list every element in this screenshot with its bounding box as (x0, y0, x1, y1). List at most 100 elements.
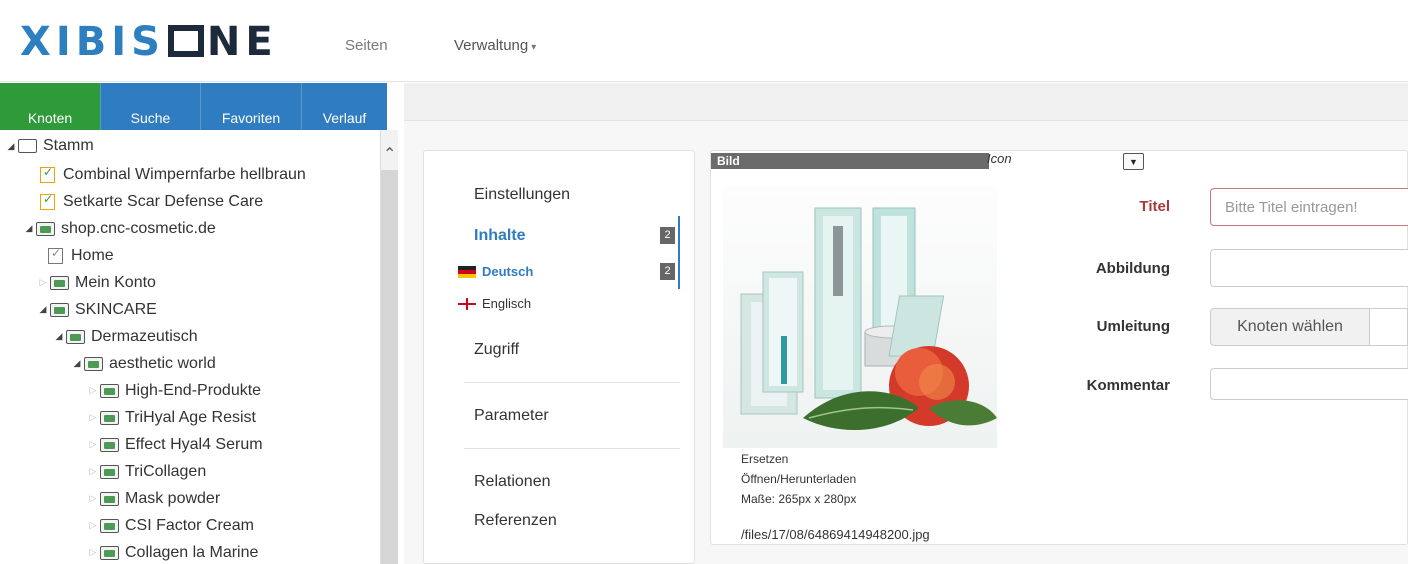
scroll-up-icon[interactable]: ⌃ (383, 144, 396, 164)
tree-node-mask-powder[interactable]: ▷ Mask powder (86, 485, 221, 512)
kommentar-label: Kommentar (1086, 377, 1170, 394)
tree-node-label: Home (71, 246, 114, 264)
tree-node-dermazeutisch[interactable]: ◢ Dermazeutisch (52, 323, 198, 350)
titel-input[interactable] (1210, 188, 1408, 226)
product-image[interactable] (723, 186, 997, 448)
expand-icon[interactable]: ▷ (86, 520, 100, 531)
folder-icon (100, 491, 119, 506)
tree-node-label: Mask powder (125, 489, 221, 507)
menu-inhalte[interactable]: Inhalte (474, 227, 526, 245)
tree-node-skincare[interactable]: ◢ SKINCARE (36, 296, 157, 323)
tree-node-csi-factor[interactable]: ▷ CSI Factor Cream (86, 512, 254, 539)
open-download-link[interactable]: Öffnen/Herunterladen (741, 472, 856, 486)
umleitung-field[interactable] (1370, 308, 1408, 346)
folder-icon (36, 221, 55, 236)
nav-seiten[interactable]: Seiten (345, 37, 388, 54)
menu-zugriff[interactable]: Zugriff (474, 341, 519, 359)
left-tab-bar: Knoten Suche Favoriten Verlauf (0, 83, 387, 130)
folder-icon (66, 329, 85, 344)
titel-label: Titel (1139, 198, 1170, 215)
node-tree: ◢ Stamm Combinal Wimpernfarbe hellbraun S… (0, 130, 380, 564)
nav-verwaltung[interactable]: Verwaltung ▾ (454, 37, 536, 54)
expand-icon[interactable]: ▷ (86, 412, 100, 423)
tree-node-combinal[interactable]: Combinal Wimpernfarbe hellbraun (40, 161, 306, 188)
nav-verwaltung-label: Verwaltung (454, 37, 529, 54)
tree-node-high-end[interactable]: ▷ High-End-Produkte (86, 377, 262, 404)
scrollbar-thumb[interactable] (381, 170, 398, 564)
tree-node-stamm[interactable]: ◢ Stamm (4, 135, 94, 157)
tree-node-label: Effect Hyal4 Serum (125, 435, 263, 453)
tree-node-effect-hyal4[interactable]: ▷ Effect Hyal4 Serum (86, 431, 263, 458)
tree-node-label: Dermazeutisch (91, 327, 198, 345)
expand-icon[interactable]: ▷ (86, 439, 100, 450)
expand-icon[interactable]: ▷ (86, 385, 100, 396)
image-dimensions: Maße: 265px x 280px (741, 492, 857, 506)
knoten-waehlen-button[interactable]: Knoten wählen (1210, 308, 1370, 346)
expand-icon[interactable]: ◢ (22, 223, 36, 234)
tab-knoten[interactable]: Knoten (0, 83, 101, 130)
page-icon (48, 246, 63, 264)
english-flag-icon (458, 297, 476, 310)
menu-referenzen[interactable]: Referenzen (474, 512, 557, 530)
bild-header: Bild (711, 153, 989, 169)
tree-node-label: High-End-Produkte (125, 381, 262, 399)
logo-box-glyph (167, 25, 204, 57)
expand-icon[interactable]: ◢ (70, 358, 84, 369)
logo-text-suffix: NE (206, 19, 278, 65)
tree-node-label: Setkarte Scar Defense Care (63, 192, 264, 210)
tree-node-shop[interactable]: ◢ shop.cnc-cosmetic.de (22, 215, 216, 242)
tree-node-label: TriCollagen (125, 462, 207, 480)
tab-verlauf[interactable]: Verlauf (302, 83, 387, 130)
tree-scrollbar[interactable]: ⌃ (380, 130, 398, 564)
menu-divider (464, 448, 680, 449)
menu-deutsch[interactable]: Deutsch (458, 264, 533, 279)
tree-node-label: shop.cnc-cosmetic.de (61, 219, 216, 237)
folder-icon (100, 545, 119, 560)
tab-suche[interactable]: Suche (101, 83, 201, 130)
expand-icon[interactable]: ▷ (86, 493, 100, 504)
icon-select-dropdown[interactable]: ▼ (1123, 153, 1144, 170)
folder-icon (84, 356, 103, 371)
expand-icon[interactable]: ▷ (36, 277, 50, 288)
tree-node-label: TriHyal Age Resist (125, 408, 256, 426)
page-icon (40, 165, 55, 183)
tree-node-home[interactable]: Home (48, 242, 114, 269)
replace-link[interactable]: Ersetzen (741, 452, 788, 466)
folder-icon (50, 275, 69, 290)
tree-node-tricollagen[interactable]: ▷ TriCollagen (86, 458, 207, 485)
tree-node-mein-konto[interactable]: ▷ Mein Konto (36, 269, 156, 296)
menu-einstellungen[interactable]: Einstellungen (474, 186, 570, 204)
folder-icon (100, 518, 119, 533)
kommentar-input[interactable] (1210, 368, 1408, 400)
folder-icon (18, 139, 37, 153)
icon-label: Icon (987, 151, 1012, 166)
expand-icon[interactable]: ◢ (36, 304, 50, 315)
tree-node-setkarte[interactable]: Setkarte Scar Defense Care (40, 188, 263, 215)
xibis-one-logo[interactable]: XIBIS NE (20, 22, 278, 62)
tree-node-label: Collagen la Marine (125, 543, 259, 561)
page-icon (40, 192, 55, 210)
expand-icon[interactable]: ▷ (86, 547, 100, 558)
menu-relationen[interactable]: Relationen (474, 473, 551, 491)
expand-icon[interactable]: ◢ (52, 331, 66, 342)
tree-node-aesthetic-world[interactable]: ◢ aesthetic world (70, 350, 216, 377)
tree-node-label: CSI Factor Cream (125, 516, 254, 534)
deutsch-count-badge: 2 (660, 263, 675, 280)
expand-icon[interactable]: ◢ (4, 141, 18, 152)
menu-englisch-label: Englisch (482, 296, 532, 311)
folder-icon (100, 437, 119, 452)
top-bar: XIBIS NE Seiten Verwaltung ▾ (0, 0, 1408, 82)
tree-node-label: aesthetic world (109, 354, 216, 372)
tab-favoriten[interactable]: Favoriten (201, 83, 302, 130)
umleitung-label: Umleitung (1096, 318, 1170, 335)
folder-icon (50, 302, 69, 317)
menu-parameter[interactable]: Parameter (474, 407, 549, 425)
tree-node-trihyal[interactable]: ▷ TriHyal Age Resist (86, 404, 256, 431)
settings-menu-card (423, 150, 695, 564)
abbildung-input[interactable] (1210, 249, 1408, 287)
expand-icon[interactable]: ▷ (86, 466, 100, 477)
folder-icon (100, 410, 119, 425)
german-flag-icon (458, 265, 476, 278)
tree-node-collagen-marine[interactable]: ▷ Collagen la Marine (86, 539, 259, 564)
menu-englisch[interactable]: Englisch (458, 296, 531, 311)
